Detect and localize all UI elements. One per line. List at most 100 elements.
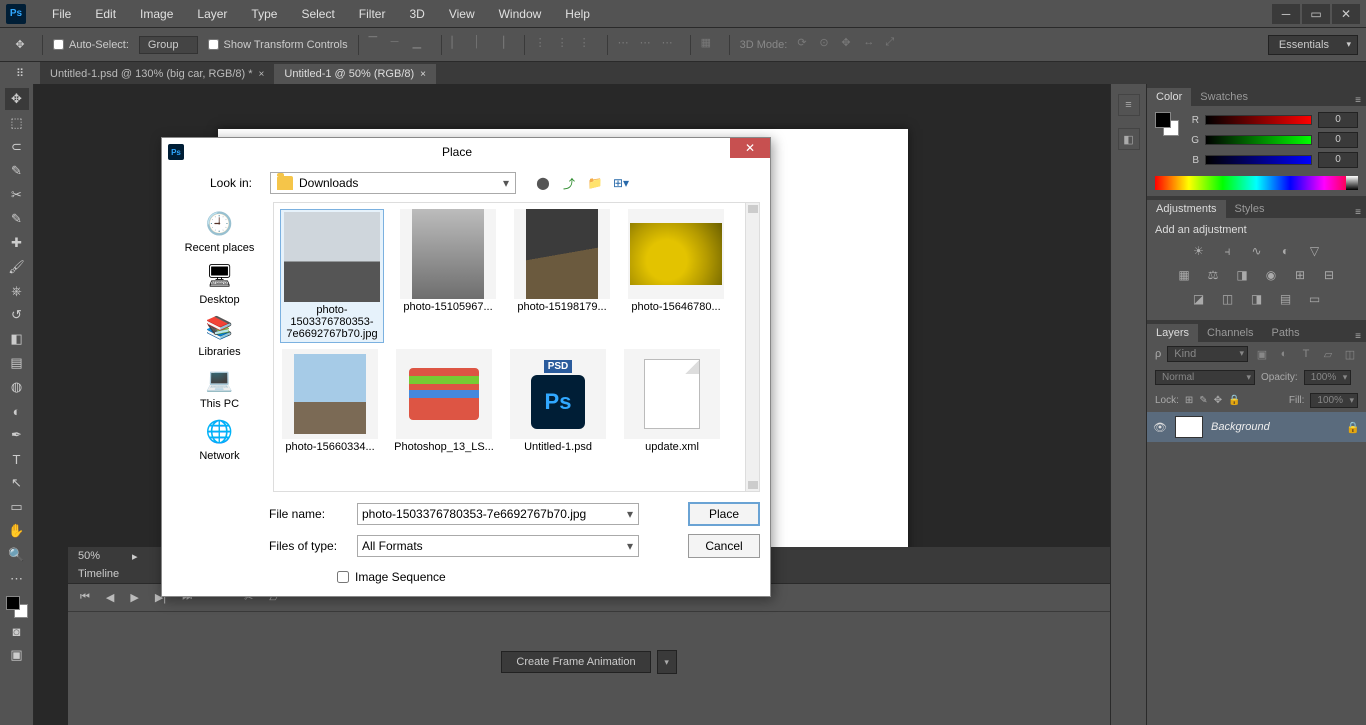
menu-window[interactable]: Window — [487, 7, 554, 21]
look-in-dropdown[interactable]: Downloads — [270, 172, 516, 194]
gradient-map-icon[interactable]: ▭ — [1305, 290, 1325, 308]
layer-row-background[interactable]: 👁 Background 🔒 — [1147, 412, 1366, 442]
filter-shape-icon[interactable]: ▱ — [1320, 346, 1336, 362]
tab-close-icon[interactable]: × — [420, 69, 426, 80]
green-value[interactable]: 0 — [1318, 132, 1358, 148]
first-frame-icon[interactable]: ⏮ — [80, 591, 90, 604]
orbit-icon[interactable]: ⟳ — [797, 36, 815, 54]
menu-filter[interactable]: Filter — [347, 7, 398, 21]
dist-6-icon[interactable]: ⋯ — [662, 36, 680, 54]
filter-pixel-icon[interactable]: ▣ — [1254, 346, 1270, 362]
play-icon[interactable]: ▶ — [130, 591, 138, 604]
brush-tool[interactable]: 🖌 — [5, 256, 29, 278]
threshold-icon[interactable]: ◨ — [1247, 290, 1267, 308]
dist-2-icon[interactable]: ⋮ — [557, 36, 575, 54]
history-brush-tool[interactable]: ↺ — [5, 304, 29, 326]
eraser-tool[interactable]: ◧ — [5, 328, 29, 350]
menu-edit[interactable]: Edit — [83, 7, 128, 21]
visibility-icon[interactable]: 👁 — [1153, 421, 1167, 434]
cancel-button[interactable]: Cancel — [688, 534, 760, 558]
panel-menu-icon[interactable]: ≡ — [1350, 95, 1366, 106]
history-panel-icon[interactable]: ≡ — [1118, 94, 1140, 116]
color-tab[interactable]: Color — [1147, 88, 1191, 106]
workspace-selector[interactable]: Essentials — [1268, 35, 1358, 55]
lock-all-icon[interactable]: 🔒 — [1228, 395, 1240, 406]
menu-view[interactable]: View — [437, 7, 487, 21]
dialog-close-button[interactable]: ✕ — [730, 138, 770, 158]
brightness-icon[interactable]: ☀ — [1189, 242, 1209, 260]
image-sequence-check[interactable] — [337, 571, 349, 583]
color-swatch-pair[interactable] — [1155, 112, 1179, 136]
auto-align-icon[interactable]: ▦ — [701, 36, 719, 54]
lock-pos-icon[interactable]: ✥ — [1214, 395, 1222, 406]
edit-toolbar[interactable]: ⋯ — [5, 568, 29, 590]
pan-icon[interactable]: ✥ — [841, 36, 859, 54]
filter-adj-icon[interactable]: ◐ — [1276, 346, 1292, 362]
vibrance-icon[interactable]: ▽ — [1305, 242, 1325, 260]
file-item[interactable]: PSDPs Untitled-1.psd — [508, 349, 608, 453]
auto-select-target-dropdown[interactable]: Group — [139, 36, 198, 54]
menu-select[interactable]: Select — [289, 7, 346, 21]
healing-tool[interactable]: ✚ — [5, 232, 29, 254]
filter-smart-icon[interactable]: ◫ — [1342, 346, 1358, 362]
styles-tab[interactable]: Styles — [1226, 200, 1274, 218]
balance-icon[interactable]: ⚖ — [1203, 266, 1223, 284]
blue-value[interactable]: 0 — [1318, 152, 1358, 168]
file-type-dropdown[interactable]: All Formats — [357, 535, 639, 557]
blur-tool[interactable]: ◍ — [5, 376, 29, 398]
filter-type-icon[interactable]: T — [1298, 346, 1314, 362]
fill-field[interactable]: 100% — [1310, 393, 1358, 408]
menu-type[interactable]: Type — [239, 7, 289, 21]
align-bottom-icon[interactable]: ▁ — [413, 36, 431, 54]
selective-icon[interactable]: ▤ — [1276, 290, 1296, 308]
image-sequence-checkbox[interactable]: Image Sequence — [337, 570, 760, 584]
dist-4-icon[interactable]: ⋯ — [618, 36, 636, 54]
place-desktop[interactable]: 🖥 Desktop — [175, 260, 265, 306]
swatches-tab[interactable]: Swatches — [1191, 88, 1257, 106]
paths-tab[interactable]: Paths — [1263, 324, 1309, 342]
pen-tool[interactable]: ✒ — [5, 424, 29, 446]
red-value[interactable]: 0 — [1318, 112, 1358, 128]
roll-icon[interactable]: ⊙ — [819, 36, 837, 54]
quick-select-tool[interactable]: ✎ — [5, 160, 29, 182]
align-hcenter-icon[interactable]: │ — [474, 36, 492, 54]
auto-select-check[interactable] — [53, 39, 64, 50]
zoom-level[interactable]: 50% — [78, 550, 118, 562]
clone-stamp-tool[interactable]: ⎈ — [5, 280, 29, 302]
new-folder-icon[interactable]: 📁 — [586, 174, 604, 192]
type-tool[interactable]: T — [5, 448, 29, 470]
menu-file[interactable]: File — [40, 7, 83, 21]
align-right-icon[interactable]: ▕ — [496, 36, 514, 54]
file-item[interactable]: photo-15646780... — [626, 209, 726, 343]
panel-menu-icon[interactable]: ≡ — [1350, 207, 1366, 218]
place-network[interactable]: 🌐 Network — [175, 416, 265, 462]
auto-select-checkbox[interactable]: Auto-Select: — [53, 39, 129, 51]
exposure-icon[interactable]: ◐ — [1276, 242, 1296, 260]
move-tool[interactable]: ✥ — [5, 88, 29, 110]
view-menu-icon[interactable]: ⊞▾ — [612, 174, 630, 192]
file-browser[interactable]: photo-1503376780353-7e6692767b70.jpg pho… — [273, 202, 760, 492]
create-animation-dropdown[interactable]: ▾ — [657, 650, 677, 674]
dist-5-icon[interactable]: ⋯ — [640, 36, 658, 54]
layer-name-label[interactable]: Background — [1211, 421, 1270, 433]
place-button[interactable]: Place — [688, 502, 760, 526]
lock-trans-icon[interactable]: ⊞ — [1185, 395, 1193, 406]
color-spectrum[interactable] — [1155, 176, 1358, 190]
file-browser-scrollbar[interactable] — [745, 203, 759, 491]
file-item[interactable]: update.xml — [622, 349, 722, 453]
place-recent[interactable]: 🕘 Recent places — [175, 208, 265, 254]
mixer-icon[interactable]: ⊞ — [1290, 266, 1310, 284]
dist-1-icon[interactable]: ⋮ — [535, 36, 553, 54]
status-arrow-icon[interactable]: ▸ — [132, 550, 138, 563]
crop-tool[interactable]: ✂ — [5, 184, 29, 206]
minimize-button[interactable]: ─ — [1272, 4, 1300, 24]
lock-paint-icon[interactable]: ✎ — [1199, 395, 1207, 406]
gradient-tool[interactable]: ▤ — [5, 352, 29, 374]
tab-grip-icon[interactable]: ⠿ — [0, 62, 40, 84]
lock-icon[interactable]: 🔒 — [1346, 421, 1360, 434]
screen-mode-tool[interactable]: ▣ — [5, 644, 29, 666]
path-select-tool[interactable]: ↖ — [5, 472, 29, 494]
document-tab-1[interactable]: Untitled-1.psd @ 130% (big car, RGB/8) *… — [40, 64, 274, 84]
show-transform-checkbox[interactable]: Show Transform Controls — [208, 39, 348, 51]
foreground-background-colors[interactable] — [6, 596, 28, 618]
